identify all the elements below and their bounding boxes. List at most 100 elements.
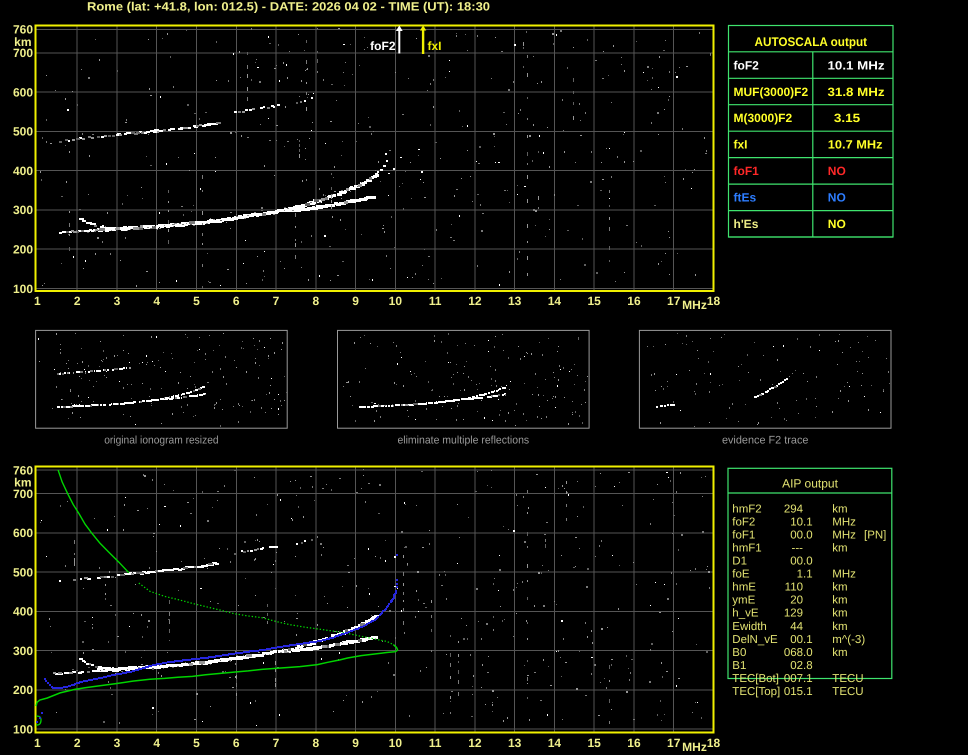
svg-text:00: 00 [790,634,803,646]
svg-text:3: 3 [114,736,121,750]
svg-text:km: km [832,595,847,607]
svg-text:NO: NO [828,164,846,178]
svg-text:18: 18 [707,736,721,750]
svg-text:foF1: foF1 [732,530,755,542]
svg-text:600: 600 [13,85,33,99]
svg-text:10.1 MHz: 10.1 MHz [828,58,885,72]
svg-text:13: 13 [508,294,522,308]
svg-text:B1: B1 [732,660,746,672]
svg-text:5: 5 [193,294,200,308]
svg-text:km: km [14,476,31,490]
svg-text:20: 20 [790,595,803,607]
svg-text:9: 9 [352,736,359,750]
svg-text:400: 400 [13,164,33,178]
svg-text:eliminate multiple reflections: eliminate multiple reflections [397,435,529,447]
svg-text:.8: .8 [803,660,813,672]
svg-text:15: 15 [588,294,602,308]
svg-text:evidence F2 trace: evidence F2 trace [722,435,809,447]
svg-text:14: 14 [548,294,562,308]
svg-text:Rome (lat: +41.8, lon: 012.5): Rome (lat: +41.8, lon: 012.5) - DATE: 20… [87,0,490,14]
svg-text:8: 8 [312,736,319,750]
svg-text:km: km [14,35,31,49]
svg-text:MUF(3000)F2: MUF(3000)F2 [734,85,809,99]
svg-text:4: 4 [153,294,160,308]
svg-text:foF2: foF2 [734,58,760,72]
svg-text:.1: .1 [803,569,813,581]
svg-text:Ewidth: Ewidth [732,621,767,633]
svg-text:00: 00 [790,556,803,568]
svg-text:15: 15 [588,736,602,750]
svg-text:9: 9 [352,294,359,308]
svg-text:7: 7 [273,294,280,308]
svg-text:foE: foE [732,569,750,581]
svg-text:km: km [832,647,847,659]
svg-text:200: 200 [13,683,33,697]
svg-text:500: 500 [13,125,33,139]
svg-text:8: 8 [312,294,319,308]
svg-text:[PN]: [PN] [864,530,886,542]
svg-text:10: 10 [790,517,803,529]
svg-text:18: 18 [707,294,721,308]
svg-text:TECU: TECU [832,686,863,698]
svg-text:foF1: foF1 [734,164,760,178]
svg-text:129: 129 [784,608,803,620]
svg-text:NO: NO [828,191,846,205]
svg-text:D1: D1 [732,556,747,568]
svg-text:11: 11 [429,736,442,750]
svg-text:hmE: hmE [732,582,756,594]
svg-text:ftEs: ftEs [734,191,757,205]
svg-text:12: 12 [468,294,482,308]
svg-text:.1: .1 [803,673,813,685]
svg-text:7: 7 [273,736,280,750]
svg-text:14: 14 [548,736,562,750]
svg-text:km: km [832,582,847,594]
svg-text:.1: .1 [803,517,813,529]
svg-text:300: 300 [13,644,33,658]
svg-text:MHz: MHz [832,569,856,581]
svg-text:MHz: MHz [832,530,856,542]
svg-text:original ionogram resized: original ionogram resized [104,435,218,447]
svg-text:200: 200 [13,243,33,257]
svg-text:TEC[Bot]: TEC[Bot] [732,673,779,685]
svg-text:MHz: MHz [832,517,856,529]
svg-text:5: 5 [193,736,200,750]
svg-text:10: 10 [389,294,403,308]
svg-text:km: km [832,543,847,555]
svg-text:fxI: fxI [428,39,442,53]
svg-text:11: 11 [429,294,442,308]
svg-text:AUTOSCALA output: AUTOSCALA output [755,35,868,49]
svg-text:MHz: MHz [682,740,707,754]
svg-text:400: 400 [13,605,33,619]
svg-text:2: 2 [74,736,81,750]
svg-text:294: 294 [784,504,804,516]
svg-text:16: 16 [627,294,641,308]
svg-text:TECU: TECU [832,673,863,685]
svg-text:.0: .0 [803,530,813,542]
svg-text:100: 100 [13,282,33,296]
svg-text:km: km [832,504,847,516]
svg-text:B0: B0 [732,647,746,659]
svg-text:fxI: fxI [734,138,748,152]
svg-text:1: 1 [34,294,41,308]
svg-text:ymE: ymE [732,595,755,607]
svg-text:m^(-3): m^(-3) [832,634,865,646]
svg-text:12: 12 [468,736,482,750]
svg-text:MHz: MHz [682,298,707,312]
svg-text:300: 300 [13,203,33,217]
svg-text:3.15: 3.15 [834,111,861,125]
svg-text:007: 007 [784,673,803,685]
svg-text:TEC[Top]: TEC[Top] [732,686,780,698]
svg-text:068: 068 [784,647,803,659]
svg-text:AIP output: AIP output [782,476,838,490]
svg-text:02: 02 [790,660,803,672]
svg-text:6: 6 [233,736,240,750]
svg-text:.1: .1 [803,634,813,646]
svg-text:1: 1 [34,736,41,750]
svg-text:.0: .0 [803,647,813,659]
svg-text:110: 110 [785,582,803,594]
svg-text:13: 13 [508,736,522,750]
svg-text:hmF2: hmF2 [732,504,761,516]
svg-text:500: 500 [13,565,33,579]
svg-text:4: 4 [153,736,160,750]
svg-text:h_vE: h_vE [732,608,759,620]
